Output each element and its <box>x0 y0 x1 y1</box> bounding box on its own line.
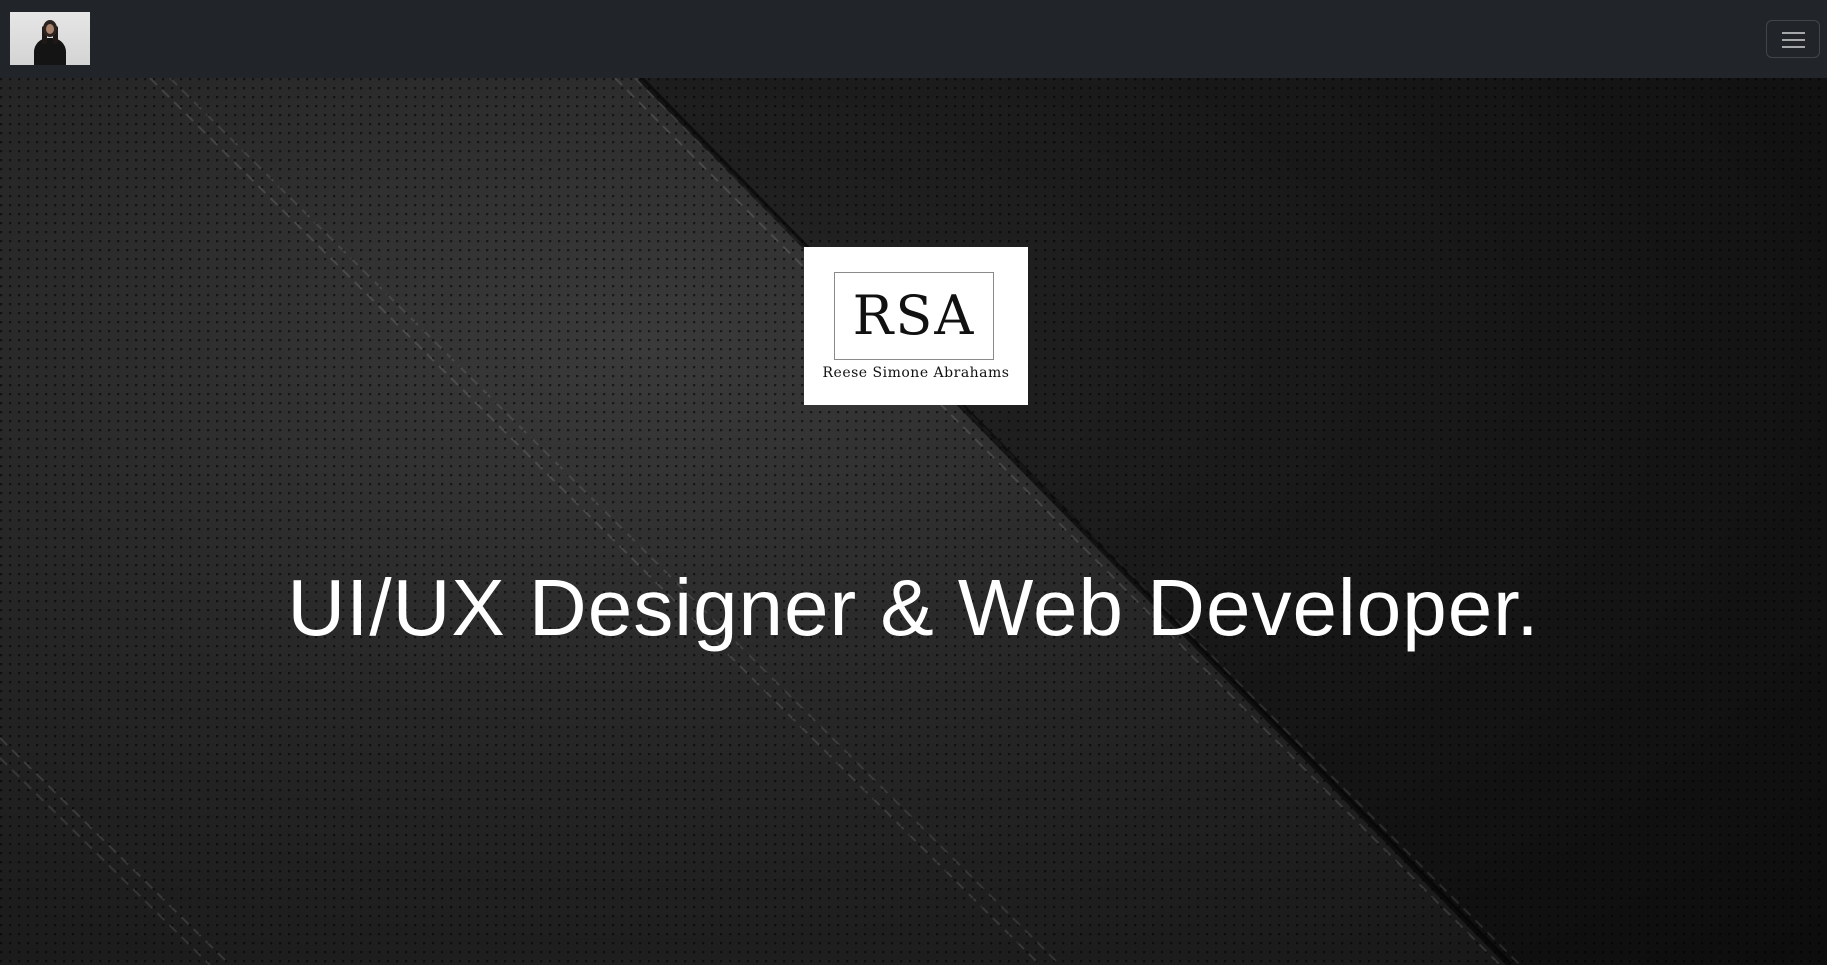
hero-section: RSA Reese Simone Abrahams UI/UX Designer… <box>0 78 1827 965</box>
stitch-line <box>0 737 231 965</box>
hamburger-menu-icon <box>1782 39 1805 41</box>
hero-headline: UI/UX Designer & Web Developer. <box>287 563 1540 652</box>
logo-monogram: RSA <box>852 284 976 347</box>
hamburger-menu-icon <box>1782 46 1805 48</box>
profile-avatar[interactable] <box>10 12 90 65</box>
logo-full-name: Reese Simone Abrahams <box>822 365 1010 381</box>
navbar-toggle-button[interactable] <box>1766 20 1820 58</box>
leather-texture-background <box>0 78 1827 965</box>
top-navbar <box>0 0 1827 78</box>
logo-frame: RSA <box>834 272 994 360</box>
avatar-face-shape <box>46 24 54 34</box>
brand-logo: RSA Reese Simone Abrahams <box>804 247 1028 405</box>
stitch-line <box>0 757 211 965</box>
dark-diagonal-panel <box>640 78 1827 965</box>
avatar-body-shape <box>34 38 66 65</box>
hamburger-menu-icon <box>1782 32 1805 34</box>
